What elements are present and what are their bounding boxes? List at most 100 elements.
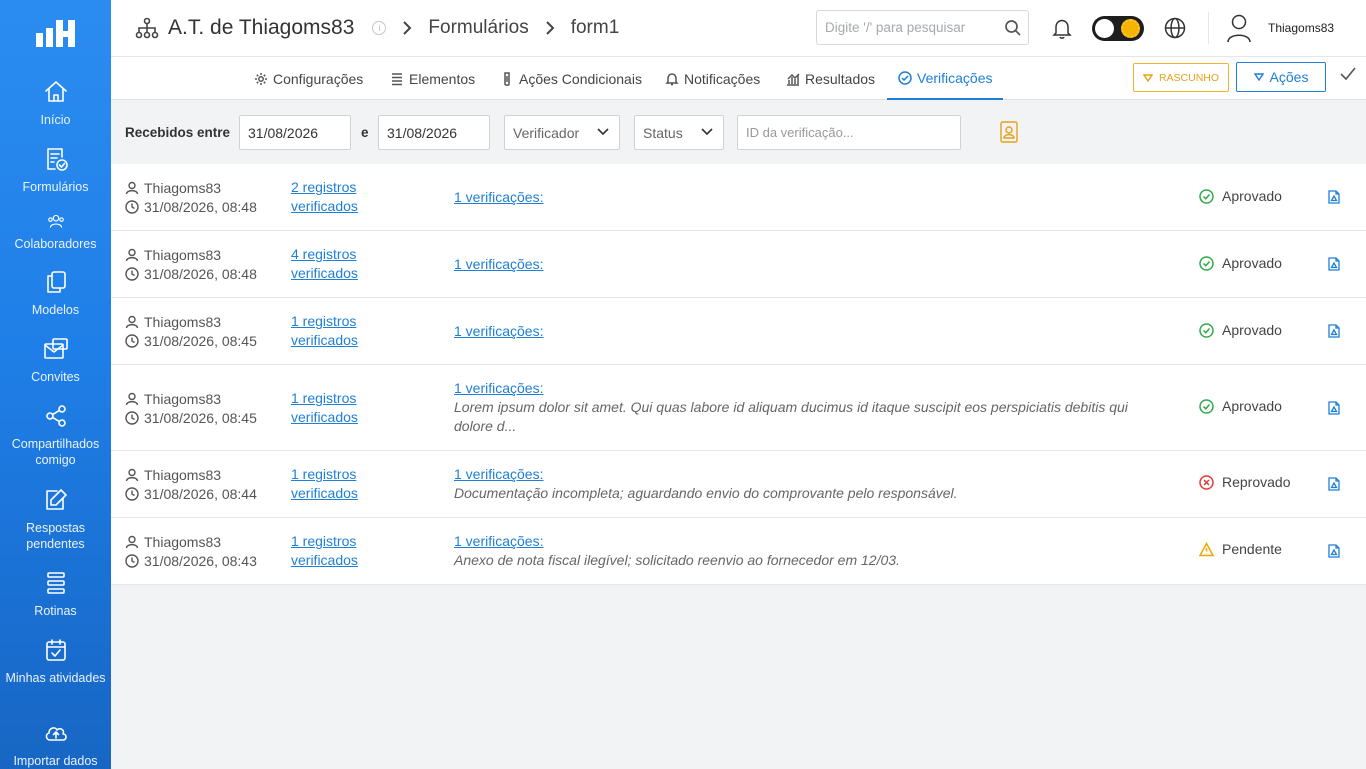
- pdf-icon[interactable]: [1328, 401, 1340, 415]
- records-link[interactable]: 1 registros verificados: [291, 465, 358, 503]
- info-icon[interactable]: i: [372, 21, 387, 35]
- row-date: 31/08/2026, 08:48: [144, 198, 257, 215]
- received-between-label: Recebidos entre: [125, 125, 231, 140]
- logo-icon[interactable]: [0, 0, 111, 66]
- row-user: Thiagoms83: [144, 390, 222, 407]
- row-user: Thiagoms83: [144, 466, 222, 483]
- row-user: Thiagoms83: [144, 179, 222, 196]
- verifications-link[interactable]: 1 verificações:: [454, 189, 543, 205]
- tab-label: Ações Condicionais: [519, 70, 642, 87]
- pdf-icon[interactable]: [1328, 324, 1340, 338]
- tab-elementos[interactable]: Elementos: [390, 57, 475, 100]
- tab-label: Resultados: [805, 70, 876, 87]
- search-input[interactable]: [817, 11, 997, 44]
- records-link[interactable]: 1 registros verificados: [291, 532, 358, 570]
- home-icon: [43, 79, 69, 105]
- and-label: e: [361, 125, 369, 140]
- sidebar-item-atividades[interactable]: Minhas atividades: [0, 637, 111, 686]
- globe-icon[interactable]: [1163, 16, 1187, 40]
- check-circle-icon: [898, 70, 912, 85]
- sidebar-item-label: Compartilhados comigo: [11, 437, 100, 467]
- sidebar-item-importar[interactable]: Importar dados: [0, 720, 111, 769]
- sidebar-item-label: Minhas atividades: [5, 671, 106, 685]
- user-icon: [125, 248, 139, 261]
- contact-book-icon[interactable]: [1000, 121, 1018, 143]
- pdf-icon[interactable]: [1328, 544, 1340, 558]
- breadcrumb-form1[interactable]: form1: [571, 17, 620, 39]
- sidebar-item-respostas[interactable]: Respostas pendentes: [0, 487, 111, 552]
- tab-resultados[interactable]: Resultados: [786, 57, 875, 100]
- warning-icon: [1199, 541, 1214, 556]
- x-circle-icon: [1199, 474, 1214, 490]
- date-to-input[interactable]: 31/08/2026: [378, 115, 490, 150]
- tab-configuracoes[interactable]: Configurações: [254, 57, 363, 100]
- status-select[interactable]: Status: [634, 115, 724, 150]
- verifications-link[interactable]: 1 verificações:: [454, 380, 543, 396]
- records-link[interactable]: 1 registros verificados: [291, 312, 358, 350]
- sidebar-item-compartilhados[interactable]: Compartilhados comigo: [0, 403, 111, 468]
- verification-note: Anexo de nota fiscal ilegível; solicitad…: [454, 552, 900, 568]
- check-icon[interactable]: [1340, 67, 1356, 81]
- user-avatar-icon[interactable]: [1225, 13, 1253, 43]
- user-icon: [125, 181, 139, 194]
- sidebar-item-convites[interactable]: Convites: [0, 336, 111, 385]
- records-link[interactable]: 1 registros verificados: [291, 389, 358, 427]
- chevron-down-icon: [701, 128, 713, 136]
- edit-icon: [43, 487, 69, 513]
- verifier-select-label: Verificador: [513, 124, 580, 141]
- status-badge: Pendente: [1199, 541, 1282, 557]
- sidebar-item-label: Importar dados: [13, 754, 98, 768]
- org-tree-icon: [135, 16, 159, 40]
- theme-toggle[interactable]: [1092, 16, 1144, 41]
- gear-icon: [255, 72, 267, 85]
- search-icon[interactable]: [1004, 19, 1022, 37]
- check-circle-icon: [1199, 188, 1214, 204]
- tab-notificacoes[interactable]: Notificações: [665, 57, 760, 100]
- pdf-icon[interactable]: [1328, 190, 1340, 204]
- tab-verificacoes[interactable]: Verificações: [887, 57, 1004, 100]
- records-link[interactable]: 4 registros verificados: [291, 245, 358, 283]
- search-box: [816, 10, 1029, 45]
- sidebar-item-label: Formulários: [22, 180, 89, 194]
- check-circle-icon: [1199, 322, 1214, 338]
- verifications-cell: 1 verificações: Lorem ipsum dolor sit am…: [454, 379, 1154, 436]
- user-icon: [125, 315, 139, 328]
- verification-id-input[interactable]: ID da verificação...: [737, 115, 961, 150]
- sidebar-item-colaboradores[interactable]: Colaboradores: [0, 212, 111, 252]
- chevron-right-icon: [402, 20, 412, 36]
- tab-acoes-condicionais[interactable]: Ações Condicionais: [500, 57, 642, 100]
- sidebar-item-inicio[interactable]: Início: [0, 79, 111, 128]
- verifications-link[interactable]: 1 verificações:: [454, 533, 543, 549]
- verification-note: Lorem ipsum dolor sit amet. Qui quas lab…: [454, 399, 1128, 434]
- draft-button[interactable]: RASCUNHO: [1133, 63, 1229, 92]
- tab-bar: Configurações Elementos Ações Condiciona…: [111, 57, 1366, 100]
- clock-icon: [125, 266, 139, 281]
- verifier-select[interactable]: Verificador: [504, 115, 620, 150]
- breadcrumb-formularios[interactable]: Formulários: [428, 17, 528, 39]
- bell-icon[interactable]: [1050, 16, 1074, 40]
- table-row: Thiagoms83 31/08/2026, 08:45 1 registros…: [111, 298, 1366, 365]
- row-user: Thiagoms83: [144, 533, 222, 550]
- header-divider: [1208, 12, 1209, 44]
- sidebar-item-formularios[interactable]: Formulários: [0, 146, 111, 195]
- username[interactable]: Thiagoms83: [1268, 21, 1334, 35]
- verifications-link[interactable]: 1 verificações:: [454, 256, 543, 272]
- sidebar-item-rotinas[interactable]: Rotinas: [0, 570, 111, 619]
- clock-icon: [125, 199, 139, 214]
- org-title[interactable]: A.T. de Thiagoms83: [168, 16, 354, 40]
- pdf-icon[interactable]: [1328, 477, 1340, 491]
- table-row: Thiagoms83 31/08/2026, 08:45 1 registros…: [111, 365, 1366, 451]
- date-from-input[interactable]: 31/08/2026: [239, 115, 351, 150]
- records-count: 2 registros: [291, 179, 357, 195]
- sidebar-item-label: Convites: [31, 370, 80, 384]
- records-link[interactable]: 2 registros verificados: [291, 178, 358, 216]
- row-user-cell: Thiagoms83 31/08/2026, 08:45: [125, 389, 257, 427]
- records-count: 1 registros: [291, 313, 357, 329]
- verifications-link[interactable]: 1 verificações:: [454, 466, 543, 482]
- sidebar-item-modelos[interactable]: Modelos: [0, 269, 111, 318]
- status-badge: Reprovado: [1199, 474, 1291, 490]
- verifications-link[interactable]: 1 verificações:: [454, 323, 543, 339]
- actions-button[interactable]: Ações: [1236, 62, 1326, 92]
- pdf-icon[interactable]: [1328, 257, 1340, 271]
- clock-icon: [125, 486, 139, 501]
